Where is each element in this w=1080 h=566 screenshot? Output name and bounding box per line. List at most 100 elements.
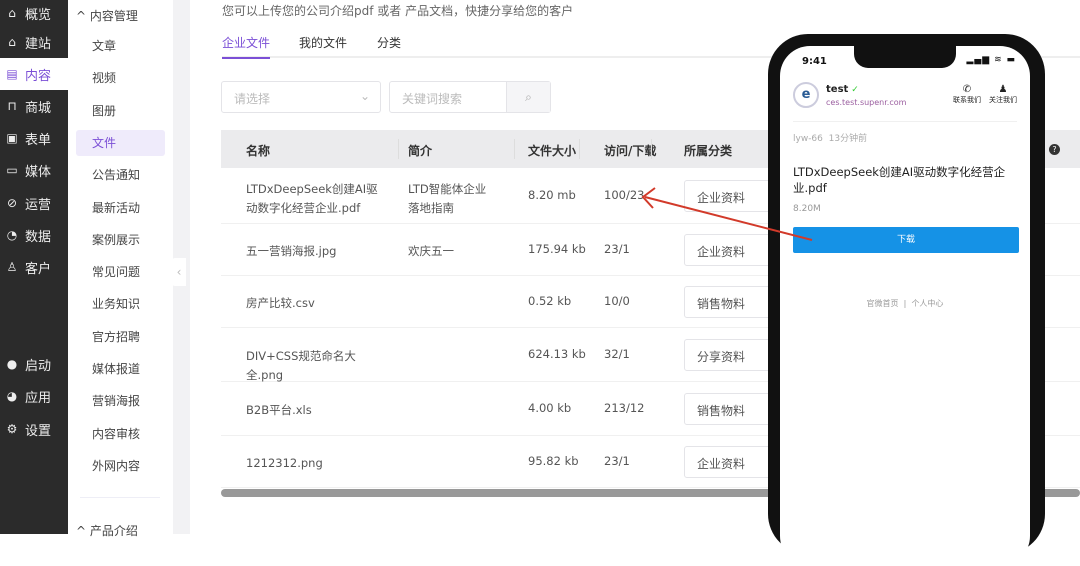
follow-label: 关注我们 [989, 96, 1017, 104]
category-select[interactable]: 企业资料 [684, 180, 774, 212]
brand-name: test ✓ [826, 84, 859, 95]
nav-item-8[interactable]: ♙ 客户 [0, 251, 68, 283]
file-intro: 欢庆五一 [408, 244, 454, 258]
nav-item-1[interactable]: ⌂ 建站 [0, 26, 68, 58]
phone-preview: 9:41 ▂▄▆ ≋ ▬ e test ✓ ces.test.supenr.com… [768, 34, 1045, 566]
file-name[interactable]: B2B平台.xls [246, 401, 381, 420]
category-select[interactable]: 企业资料 [684, 234, 774, 266]
category-select[interactable]: 销售物料 [684, 286, 774, 318]
nav-item-7[interactable]: ◔ 数据 [0, 219, 68, 251]
paperclip-icon: ⊘ [6, 196, 18, 210]
file-name[interactable]: DIV+CSS规范命名大全.png [246, 347, 381, 385]
file-size: 8.20M [793, 204, 821, 214]
brand-logo: e [793, 82, 819, 108]
gear-icon: ⚙ [6, 422, 18, 436]
divider [793, 121, 1017, 122]
post-time: 13分钟前 [828, 134, 868, 144]
sub-nav-item[interactable]: 图册 [76, 98, 165, 124]
tab-categories[interactable]: 分类 [377, 34, 401, 51]
file-name[interactable]: LTDxDeepSeek创建AI驱动数字化经营企业.pdf [246, 180, 381, 218]
post-meta: lyw-66 13分钟前 [793, 131, 867, 144]
nav-item-4[interactable]: ▣ 表单 [0, 122, 68, 154]
category-select[interactable]: 企业资料 [684, 446, 774, 478]
group-content-management[interactable]: ^ 内容管理 [76, 7, 138, 24]
sub-nav-item[interactable]: 常见问题 [76, 259, 165, 285]
category-value: 企业资料 [697, 245, 746, 259]
visits-downloads: 213/12 [604, 401, 645, 415]
sub-nav-item[interactable]: 营销海报 [76, 388, 165, 414]
follow-button[interactable]: ♟ 关注我们 [986, 84, 1020, 105]
search-input[interactable]: 关键词搜索 ⌕ [389, 81, 551, 113]
file-size: 624.13 kb [528, 347, 586, 361]
nav-label: 内容 [25, 68, 52, 84]
file-name[interactable]: 1212312.png [246, 454, 381, 473]
collapse-sidebar-button[interactable]: ‹ [172, 258, 186, 286]
tab-my-files[interactable]: 我的文件 [299, 34, 347, 51]
divider [398, 139, 399, 159]
nav-item-3[interactable]: ⊓ 商城 [0, 90, 68, 122]
sub-nav-item[interactable]: 文章 [76, 33, 165, 59]
tab-enterprise-files[interactable]: 企业文件 [222, 34, 271, 59]
col-size: 文件大小 [528, 144, 577, 158]
nav-label: 数据 [25, 229, 52, 245]
sub-nav-item[interactable]: 官方招聘 [76, 324, 165, 350]
pie-chart-icon: ◔ [6, 228, 18, 242]
sub-nav-item[interactable]: 外网内容 [76, 453, 165, 479]
category-select[interactable]: 销售物料 [684, 393, 774, 425]
search-placeholder: 关键词搜索 [402, 92, 463, 106]
chevron-down-icon: ⌄ [359, 89, 370, 103]
select-placeholder: 请选择 [234, 92, 271, 106]
divider [80, 497, 160, 498]
sub-nav-item[interactable]: 媒体报道 [76, 356, 165, 382]
nav-item-2[interactable]: ▤ 内容 [0, 58, 68, 90]
sub-nav: ^ 内容管理 文章视频图册文件公告通知最新活动案例展示常见问题业务知识官方招聘媒… [68, 0, 173, 538]
contact-button[interactable]: ✆ 联系我们 [950, 84, 984, 105]
category-select[interactable]: 请选择 ⌄ [221, 81, 381, 113]
sub-nav-item[interactable]: 内容审核 [76, 421, 165, 447]
group-label: 内容管理 [89, 9, 138, 23]
home-icon: ⌂ [8, 35, 16, 49]
file-size: 4.00 kb [528, 401, 572, 415]
group-product-intro[interactable]: ^ 产品介绍 [76, 522, 138, 539]
brand-url[interactable]: ces.test.supenr.com [826, 98, 906, 107]
sub-nav-item[interactable]: 文件 [76, 129, 165, 156]
category-value: 企业资料 [697, 191, 746, 205]
file-size: 0.52 kb [528, 294, 572, 308]
file-intro: LTD智能体企业落地指南 [408, 182, 487, 215]
footer-home-link[interactable]: 官微首页 [867, 299, 899, 308]
nav-item-0[interactable]: ⌂ 概览 [0, 0, 68, 29]
visits-downloads: 100/23 [604, 188, 645, 202]
help-icon[interactable]: ? [1049, 144, 1060, 155]
shop-icon: ⊓ [7, 99, 17, 113]
nav-label: 商城 [25, 100, 52, 116]
nav-item-11[interactable]: ⚙ 设置 [0, 413, 68, 445]
sub-nav-item[interactable]: 视频 [76, 65, 165, 91]
download-button[interactable]: 下载 [793, 227, 1019, 253]
nav-item-9[interactable]: ● 启动 [0, 348, 68, 380]
page-description: 您可以上传您的公司介绍pdf 或者 产品文档，快捷分享给您的客户 [222, 4, 574, 18]
category-value: 分享资料 [697, 350, 746, 364]
file-title: LTDxDeepSeek创建AI驱动数字化经营企业.pdf [793, 165, 1006, 195]
sub-nav-item[interactable]: 案例展示 [76, 227, 165, 253]
category-value: 销售物料 [697, 297, 746, 311]
search-button[interactable]: ⌕ [506, 82, 550, 112]
phone-notch [854, 46, 956, 68]
nav-item-5[interactable]: ▭ 媒体 [0, 154, 68, 186]
nav-item-10[interactable]: ◕ 应用 [0, 380, 68, 412]
file-size: 8.20 mb [528, 188, 576, 202]
col-name: 名称 [246, 144, 271, 158]
sub-nav-item[interactable]: 业务知识 [76, 291, 165, 317]
footer-profile-link[interactable]: 个人中心 [911, 299, 943, 308]
nav-item-6[interactable]: ⊘ 运营 [0, 187, 68, 219]
file-name[interactable]: 房产比较.csv [246, 294, 381, 313]
phone-screen: 9:41 ▂▄▆ ≋ ▬ e test ✓ ces.test.supenr.com… [780, 46, 1030, 566]
nav-label: 客户 [25, 261, 52, 277]
file-name[interactable]: 五一营销海报.jpg [246, 242, 381, 261]
monitor-icon: ⌂ [8, 6, 16, 20]
sub-nav-item[interactable]: 公告通知 [76, 162, 165, 188]
group-label: 产品介绍 [89, 524, 138, 538]
nav-label: 运营 [25, 197, 52, 213]
main-nav: ⌂ 概览 ⌂ 建站 ▤ 内容 ⊓ 商城 ▣ 表单 ▭ 媒体 ⊘ 运营 ◔ 数据 ♙ 客户 ● 启动 ◕ 应用 ⚙ 设置 [0, 0, 68, 534]
sub-nav-item[interactable]: 最新活动 [76, 195, 165, 221]
category-select[interactable]: 分享资料 [684, 339, 774, 371]
